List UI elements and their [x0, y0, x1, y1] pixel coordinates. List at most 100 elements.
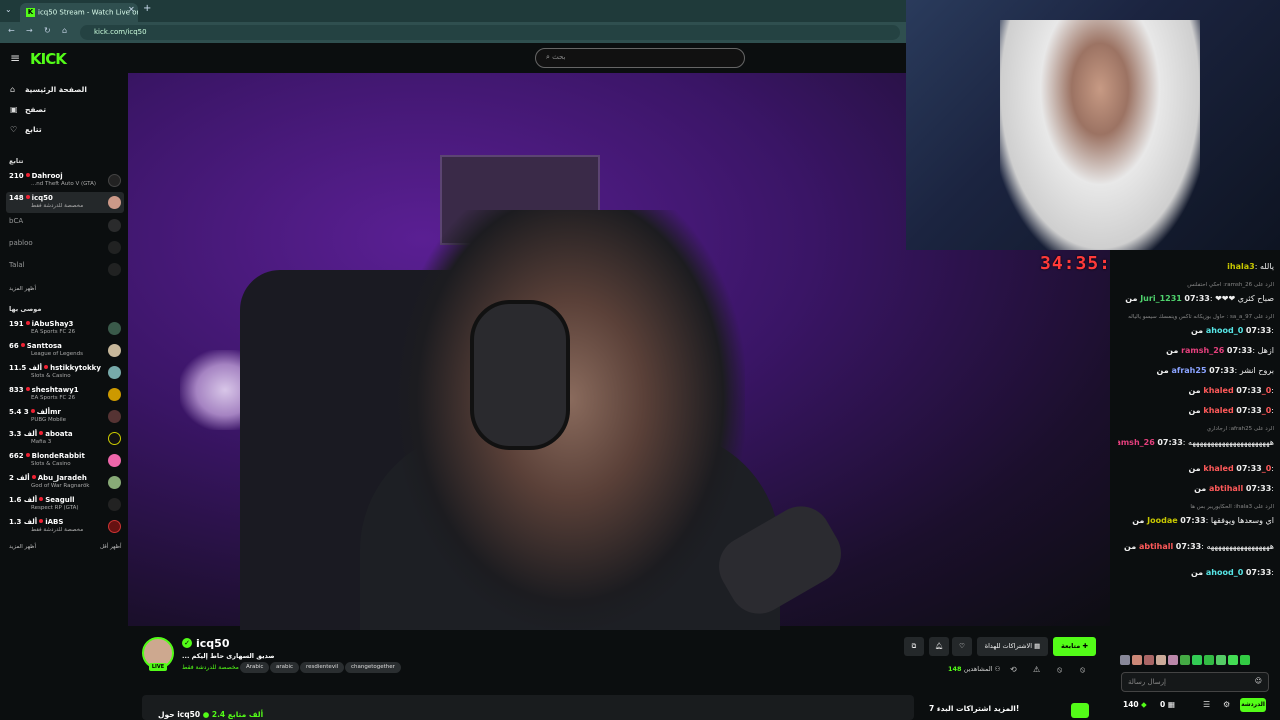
avatar [108, 344, 121, 357]
emote-icon[interactable] [1156, 655, 1166, 665]
stream-category[interactable]: مخصصة للدردشة فقط [182, 664, 239, 671]
recommended-section-title: موصى بها [9, 305, 42, 313]
chat-message[interactable]: اي وسعدها ويوفقها :Joodae 07:33 من [1118, 516, 1274, 525]
reload-icon[interactable]: ↻ [44, 26, 51, 35]
sidebar-channel[interactable]: 1.6 ألف Seagull Respect RP (GTA) [6, 494, 124, 515]
nav-following[interactable]: تتابع [25, 125, 42, 134]
forward-icon[interactable]: → [26, 26, 33, 35]
kick-logo[interactable]: KICK [30, 50, 67, 68]
emote-icon[interactable] [1204, 655, 1214, 665]
chat-message[interactable]: صباح كثري ❤❤❤ :Juri_1231 07:33 من [1118, 294, 1274, 303]
emote-icon[interactable] [1216, 655, 1226, 665]
hamburger-menu-icon[interactable]: ≡ [10, 51, 20, 65]
sidebar-channel-offline[interactable]: Talal [6, 259, 124, 280]
sidebar-channel-active[interactable]: 148 icq50 مخصصة للدردشة فقط [6, 192, 124, 213]
notification-bell-icon[interactable]: 🔔︎ [929, 637, 949, 656]
chat-settings-icon[interactable]: ⚙ [1223, 700, 1230, 709]
show-more-link[interactable]: أظهر المزيد [9, 286, 36, 292]
chat-username[interactable]: ahood_0 [1206, 568, 1243, 577]
chat-username[interactable]: afrah25 [1171, 366, 1206, 375]
mute-icon[interactable]: ⦸ [1080, 665, 1085, 675]
emote-bar[interactable] [1120, 655, 1272, 667]
chat-message[interactable]: ههههههههههههههههههههههه :ramsh_26 07:33 … [1118, 438, 1274, 447]
chat-username[interactable]: ramsh_26 [1118, 438, 1155, 447]
report-icon[interactable]: ⚠ [1033, 665, 1040, 674]
nav-home[interactable]: الصفحة الرئيسية [25, 85, 87, 94]
heart-follow-icon[interactable]: ♡ [952, 637, 972, 656]
chat-username[interactable]: Joodae [1147, 516, 1178, 525]
chat-message[interactable]: :0_khaled 07:33 من [1118, 406, 1274, 415]
emote-icon[interactable] [1180, 655, 1190, 665]
chat-username[interactable]: Juri_1231 [1140, 294, 1182, 303]
emoji-icon[interactable]: ☺ [1255, 677, 1262, 685]
tag-chip[interactable]: arabic [270, 662, 300, 673]
sidebar-channel[interactable]: 191 iAbuShay3 EA Sports FC 26 [6, 318, 124, 339]
emote-icon[interactable] [1192, 655, 1202, 665]
sidebar-channel[interactable]: 3.3 ألف aboata Mafia 3 [6, 428, 124, 449]
sub-goal-icon[interactable] [1071, 703, 1089, 718]
tag-chip[interactable]: resdientevil [300, 662, 345, 673]
avatar [108, 520, 121, 533]
avatar [108, 174, 121, 187]
chat-username[interactable]: ahood_0 [1206, 326, 1243, 335]
chat-message[interactable]: :ahood_0 07:33 من [1118, 326, 1274, 335]
points-count[interactable]: 140 ⬥ [1123, 700, 1147, 710]
emote-icon[interactable] [1132, 655, 1142, 665]
url-field[interactable]: kick.com/icq50 [80, 25, 900, 40]
chat-text: هههههههههههههههههه [1206, 542, 1274, 551]
chat-message[interactable]: :0_khaled 07:33 من [1118, 386, 1274, 395]
search-input[interactable]: ⌕ بحث [535, 48, 745, 68]
clip-button[interactable]: ⧉ [904, 637, 924, 656]
avatar [108, 454, 121, 467]
sidebar-channel[interactable]: 66 Santtosa League of Legends [6, 340, 124, 361]
browser-tab[interactable]: Kicq50 Stream - Watch Live on Ki [20, 3, 138, 22]
tab-list-icon[interactable]: ⌄ [5, 5, 12, 14]
sidebar-channel[interactable]: 833 sheshtawy1 EA Sports FC 26 [6, 384, 124, 405]
close-tab-icon[interactable]: ✕ [128, 5, 135, 14]
sidebar-channel[interactable]: 5.4 ألف3mr PUBG Mobile [6, 406, 124, 427]
chat-username[interactable]: ihala3 [1227, 262, 1255, 271]
share-icon[interactable]: ⟲ [1010, 665, 1017, 674]
nav-browse[interactable]: تصفح [25, 105, 46, 114]
chat-message[interactable]: بروح انشر :afrah25 07:33 من [1118, 366, 1274, 375]
sidebar-channel[interactable]: 210 Dahrooj ...nd Theft Auto V (GTA) [6, 170, 124, 191]
tag-chip[interactable]: changetogether [345, 662, 401, 673]
sidebar-channel[interactable]: 662 BlondeRabbit Slots & Casino [6, 450, 124, 471]
chat-username[interactable]: abtihall [1139, 542, 1173, 551]
chat-username[interactable]: abtihall [1209, 484, 1243, 493]
new-tab-button[interactable]: + [143, 3, 151, 14]
emote-icon[interactable] [1144, 655, 1154, 665]
show-less-link[interactable]: أظهر أقل [100, 544, 122, 550]
chat-message[interactable]: :ahood_0 07:33 من [1118, 568, 1274, 577]
chat-message[interactable]: يالله :ihala3 [1118, 262, 1274, 271]
sidebar-channel[interactable]: 11.5 ألف hstikkytokky Slots & Casino [6, 362, 124, 383]
follow-button[interactable]: متابعة ✚ [1053, 637, 1096, 656]
sidebar-channel-offline[interactable]: pabloo [6, 237, 124, 258]
channel-name[interactable]: icq50 [196, 637, 229, 650]
show-more-link[interactable]: أظهر المزيد [9, 544, 36, 550]
back-icon[interactable]: ← [8, 26, 15, 35]
emote-icon[interactable] [1168, 655, 1178, 665]
sidebar-channel-offline[interactable]: bCA [6, 215, 124, 236]
chat-message[interactable]: :abtihall 07:33 من [1118, 484, 1274, 493]
hide-icon[interactable]: ⦸ [1057, 665, 1062, 675]
chat-message[interactable]: هههههههههههههههههه :abtihall 07:33 من [1118, 542, 1274, 551]
chat-message[interactable]: :0_khaled 07:33 من [1118, 464, 1274, 473]
chat-users-icon[interactable]: ☰ [1203, 700, 1210, 709]
emote-icon[interactable] [1120, 655, 1130, 665]
sidebar-channel[interactable]: 2 ألف Abu_Jaradeh God of War Ragnarök [6, 472, 124, 493]
tag-chip[interactable]: Arabic [240, 662, 270, 673]
gift-count[interactable]: 0 ▦ [1160, 700, 1175, 709]
home-icon[interactable]: ⌂ [62, 26, 67, 35]
chat-message[interactable]: ازهل :ramsh_26 07:33 من [1118, 346, 1274, 355]
chat-send-button[interactable]: الدردشة [1240, 698, 1266, 712]
chat-username[interactable]: ramsh_26 [1181, 346, 1224, 355]
kick-favicon-icon: K [26, 8, 35, 17]
gift-subs-button[interactable]: الاشتراكات للهداة ▦ [977, 637, 1048, 656]
sidebar-channel[interactable]: 1.3 ألف iABS مخصصة للدردشة فقط [6, 516, 124, 537]
chat-text: اي وسعدها ويوفقها [1210, 516, 1274, 525]
emote-icon[interactable] [1228, 655, 1238, 665]
following-section-title: تتابع [9, 157, 24, 165]
emote-icon[interactable] [1240, 655, 1250, 665]
chat-input[interactable]: إرسال رسالة ☺ [1121, 672, 1269, 692]
